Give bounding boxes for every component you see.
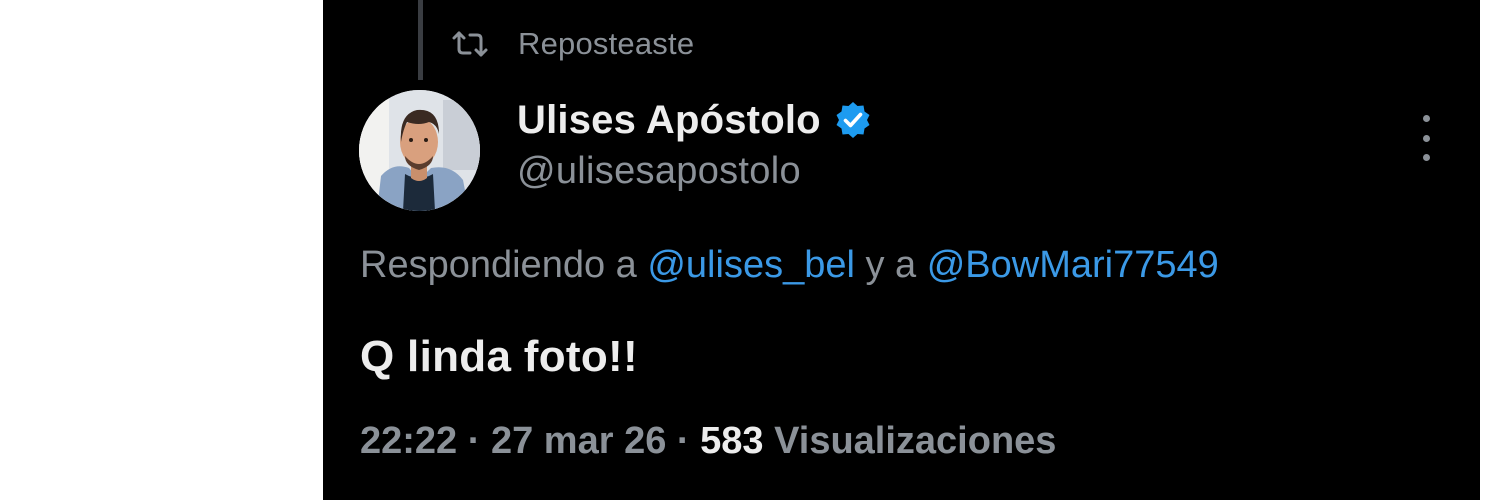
tweet-card[interactable]: Reposteaste Ulises Apóstolo @ulisesapost… — [323, 0, 1480, 500]
repost-label: Reposteaste — [518, 26, 695, 61]
meta-separator: · — [666, 420, 701, 462]
replying-to-connector: y a — [854, 244, 927, 286]
thread-connector-line — [418, 0, 423, 80]
replying-to-prefix: Respondiendo a — [360, 244, 648, 286]
repost-icon — [450, 29, 490, 59]
more-vertical-icon-dot — [1422, 134, 1430, 142]
views-count[interactable]: 583 — [700, 420, 763, 462]
mention-link[interactable]: @ulises_bel — [647, 244, 855, 286]
author-name-row[interactable]: Ulises Apóstolo — [517, 96, 873, 144]
author-display-name[interactable]: Ulises Apóstolo — [517, 98, 821, 143]
page: Reposteaste Ulises Apóstolo @ulisesapost… — [0, 0, 1500, 500]
avatar-photo — [359, 90, 480, 211]
repost-indicator: Reposteaste — [450, 22, 694, 66]
verified-badge-icon[interactable] — [833, 100, 873, 140]
replying-to: Respondiendo a @ulises_bel y a @BowMari7… — [360, 244, 1219, 287]
author-handle[interactable]: @ulisesapostolo — [517, 150, 801, 193]
more-vertical-icon-dot — [1422, 115, 1430, 122]
tweet-date[interactable]: 27 mar 26 — [491, 420, 666, 462]
tweet-text: Q linda foto!! — [360, 332, 638, 381]
meta-separator: · — [457, 420, 491, 462]
tweet-time[interactable]: 22:22 — [360, 420, 457, 462]
tweet-meta: 22:22 · 27 mar 26 · 583 Visualizaciones — [360, 420, 1056, 463]
more-vertical-icon-dot — [1422, 154, 1430, 161]
mention-link[interactable]: @BowMari77549 — [927, 244, 1219, 286]
views-label[interactable]: Visualizaciones — [764, 420, 1056, 462]
more-options-button[interactable] — [1411, 115, 1441, 161]
avatar[interactable] — [359, 90, 480, 211]
